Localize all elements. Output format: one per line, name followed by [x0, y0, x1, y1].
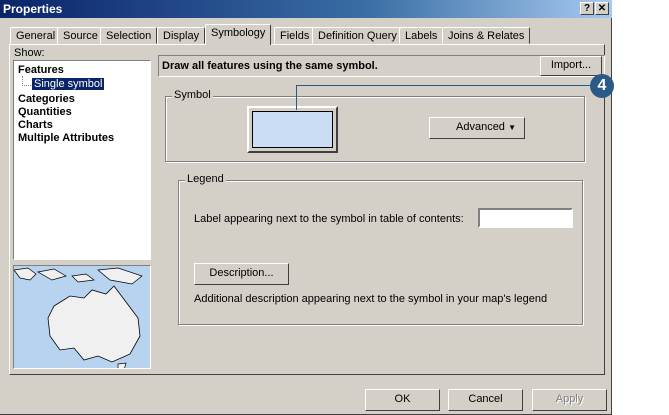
tab-labels[interactable]: Labels — [399, 27, 444, 44]
close-button[interactable]: ✕ — [595, 2, 609, 15]
symbol-group-label: Symbol — [172, 89, 213, 101]
description-button[interactable]: Description... — [194, 263, 289, 285]
import-button[interactable]: Import... — [540, 56, 602, 76]
tab-symbology[interactable]: Symbology — [205, 24, 272, 45]
ok-button[interactable]: OK — [365, 389, 440, 411]
renderer-headline: Draw all features using the same symbol. — [162, 60, 378, 72]
tree-connector — [22, 76, 31, 86]
callout-number-badge: 4 — [590, 74, 614, 98]
tab-source[interactable]: Source — [57, 27, 104, 44]
window-title: Properties — [3, 2, 63, 16]
title-bar[interactable]: Properties ? ✕ — [0, 0, 612, 18]
show-label: Show: — [14, 47, 45, 59]
tab-fields[interactable]: Fields — [274, 27, 316, 44]
advanced-label: Advanced — [456, 121, 505, 133]
legend-group-label: Legend — [185, 173, 226, 185]
tab-general[interactable]: General — [10, 27, 62, 44]
show-list[interactable]: Features Single symbol Categories Quanti… — [13, 60, 151, 260]
legend-label-caption: Label appearing next to the symbol in ta… — [194, 213, 464, 225]
apply-button[interactable]: Apply — [532, 389, 607, 411]
show-item-single-symbol[interactable]: Single symbol — [32, 78, 105, 90]
chevron-down-icon: ▼ — [508, 123, 516, 132]
help-button[interactable]: ? — [580, 2, 594, 15]
show-item-features[interactable]: Features — [18, 64, 64, 76]
advanced-button[interactable]: Advanced ▼ — [429, 117, 525, 139]
symbol-fill-preview — [252, 111, 333, 148]
map-preview — [13, 265, 151, 369]
show-item-multiple-attributes[interactable]: Multiple Attributes — [18, 132, 114, 144]
show-item-quantities[interactable]: Quantities — [18, 106, 72, 118]
legend-label-input[interactable] — [478, 208, 573, 228]
symbol-swatch-button[interactable] — [247, 106, 338, 153]
legend-description-caption: Additional description appearing next to… — [194, 293, 548, 305]
properties-dialog: Properties ? ✕ General Source Selection … — [0, 0, 612, 415]
cancel-button[interactable]: Cancel — [448, 389, 523, 411]
tab-selection[interactable]: Selection — [100, 27, 158, 44]
show-item-charts[interactable]: Charts — [18, 119, 53, 131]
callout-leader-line — [296, 85, 591, 110]
tab-definition-query[interactable]: Definition Query — [312, 27, 403, 44]
australia-map-image — [14, 267, 143, 368]
tab-display[interactable]: Display — [157, 27, 206, 44]
renderer-description: Draw all features using the same symbol. — [158, 55, 605, 77]
tab-joins-relates[interactable]: Joins & Relates — [442, 27, 531, 44]
show-item-categories[interactable]: Categories — [18, 93, 75, 105]
